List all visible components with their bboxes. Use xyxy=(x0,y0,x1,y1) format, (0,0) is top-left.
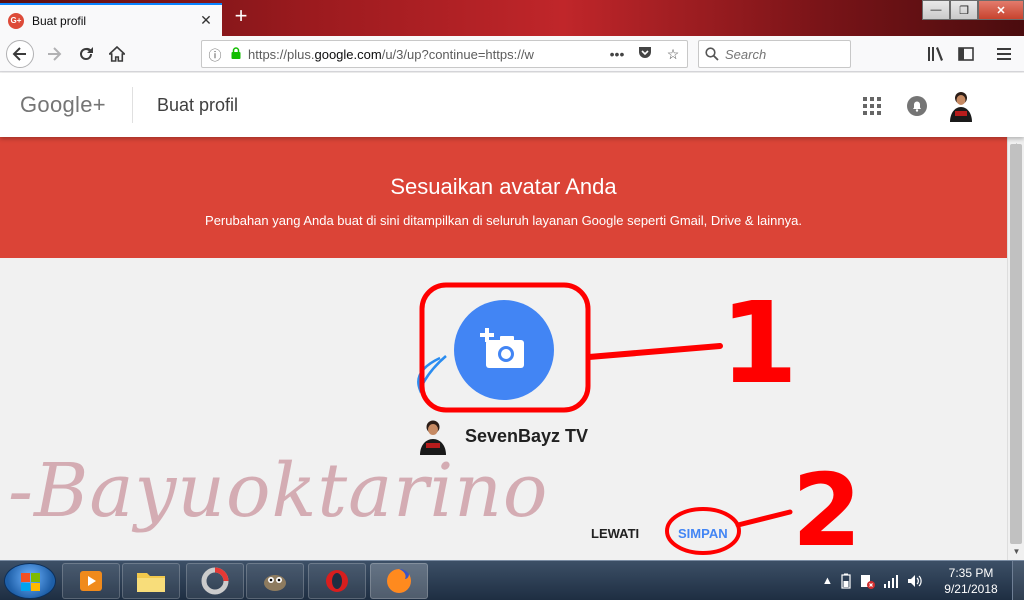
watermark-text: -Bayuoktarino xyxy=(8,448,549,534)
banner-title: Sesuaikan avatar Anda xyxy=(390,174,617,199)
google-plus-logo[interactable]: Google+ xyxy=(20,92,106,118)
forward-button[interactable] xyxy=(40,40,68,68)
save-button[interactable]: SIMPAN xyxy=(678,526,728,541)
profile-avatar xyxy=(416,418,450,456)
taskbar-firefox[interactable] xyxy=(370,563,428,599)
start-button[interactable] xyxy=(4,563,56,599)
add-photo-button[interactable] xyxy=(454,300,554,400)
new-tab-button[interactable]: + xyxy=(229,5,253,29)
firefox-icon xyxy=(387,569,411,593)
volume-icon[interactable] xyxy=(907,574,923,588)
info-icon[interactable]: ⓘ xyxy=(202,45,228,64)
star-icon[interactable]: ☆ xyxy=(659,46,687,63)
account-avatar[interactable] xyxy=(945,89,977,125)
lock-icon xyxy=(228,46,244,62)
maximize-button[interactable]: ❐ xyxy=(950,0,978,20)
scroll-thumb[interactable] xyxy=(1010,144,1022,544)
network-icon[interactable] xyxy=(883,574,899,588)
scroll-down-icon[interactable]: ▼ xyxy=(1008,543,1024,560)
skip-button[interactable]: LEWATI xyxy=(591,526,639,541)
page-scrollbar[interactable]: ▲ ▼ xyxy=(1007,137,1024,560)
url-text[interactable]: https://plus.google.com/u/3/up?continue=… xyxy=(244,47,603,62)
apps-grid-icon[interactable] xyxy=(863,97,881,115)
header-divider xyxy=(132,87,133,123)
gimp-icon xyxy=(264,575,286,591)
library-icon xyxy=(928,47,943,61)
windows-logo-icon xyxy=(21,573,40,591)
taskbar-clock[interactable]: 7:35 PM 9/21/2018 xyxy=(936,565,1006,597)
tab-title: Buat profil xyxy=(32,13,87,28)
menu-icon xyxy=(997,48,1011,60)
reload-icon xyxy=(80,47,93,60)
browser-titlebar: G+ Buat profil ✕ + — ❐ ✕ xyxy=(0,0,1024,36)
taskbar-explorer[interactable] xyxy=(122,563,180,599)
banner-subtitle: Perubahan yang Anda buat di sini ditampi… xyxy=(205,213,802,228)
action-center-icon[interactable] xyxy=(859,573,875,589)
taskbar-screen-recorder[interactable] xyxy=(186,563,244,599)
browser-navbar: ⓘ https://plus.google.com/u/3/up?continu… xyxy=(0,36,1024,72)
home-icon xyxy=(109,46,125,62)
back-button[interactable] xyxy=(6,40,34,68)
menu-button[interactable] xyxy=(990,40,1018,68)
recorder-icon xyxy=(201,567,229,595)
home-button[interactable] xyxy=(103,40,131,68)
taskbar-gimp[interactable] xyxy=(246,563,304,599)
close-window-button[interactable]: ✕ xyxy=(978,0,1024,20)
media-player-icon xyxy=(80,571,102,591)
arrow-right-icon xyxy=(48,47,62,61)
search-icon xyxy=(705,47,719,61)
google-plus-favicon-icon: G+ xyxy=(8,12,24,29)
search-input[interactable] xyxy=(725,46,835,62)
battery-icon[interactable] xyxy=(841,573,851,589)
pocket-icon[interactable] xyxy=(631,46,659,63)
profile-content: -Bayuoktarino SevenBayz TV LEWATI SIMPAN xyxy=(0,258,1007,560)
search-bar[interactable] xyxy=(698,40,851,68)
sidebar-icon xyxy=(958,47,974,61)
library-button[interactable] xyxy=(922,40,950,68)
taskbar-media-player[interactable] xyxy=(62,563,120,599)
gplus-header: Google+ Buat profil xyxy=(0,73,1024,137)
browser-tab-active[interactable]: G+ Buat profil ✕ xyxy=(0,3,222,36)
camera-add-icon xyxy=(480,328,524,368)
window-controls: — ❐ ✕ xyxy=(922,0,1024,20)
reload-button[interactable] xyxy=(72,40,100,68)
sidebar-button[interactable] xyxy=(952,40,980,68)
folder-icon xyxy=(137,573,165,592)
opera-icon xyxy=(326,570,348,592)
profile-name: SevenBayz TV xyxy=(465,426,589,446)
show-desktop-button[interactable] xyxy=(1012,561,1024,600)
tab-close-icon[interactable]: ✕ xyxy=(198,12,214,29)
show-hidden-icons-icon[interactable]: ▲ xyxy=(822,575,833,587)
page-title: Buat profil xyxy=(157,95,239,115)
taskbar-opera[interactable] xyxy=(308,563,366,599)
arrow-left-icon xyxy=(12,47,26,61)
bell-icon[interactable] xyxy=(907,96,927,116)
page-actions-icon[interactable]: ••• xyxy=(603,46,631,62)
system-tray: ▲ xyxy=(822,561,923,600)
avatar-banner: Sesuaikan avatar Anda Perubahan yang And… xyxy=(0,137,1007,258)
windows-taskbar: ▲ 7:35 PM 9/21/2018 xyxy=(0,560,1024,600)
minimize-button[interactable]: — xyxy=(922,0,950,20)
clock-date: 9/21/2018 xyxy=(944,582,998,596)
clock-time: 7:35 PM xyxy=(948,566,994,580)
url-bar[interactable]: ⓘ https://plus.google.com/u/3/up?continu… xyxy=(201,40,688,68)
